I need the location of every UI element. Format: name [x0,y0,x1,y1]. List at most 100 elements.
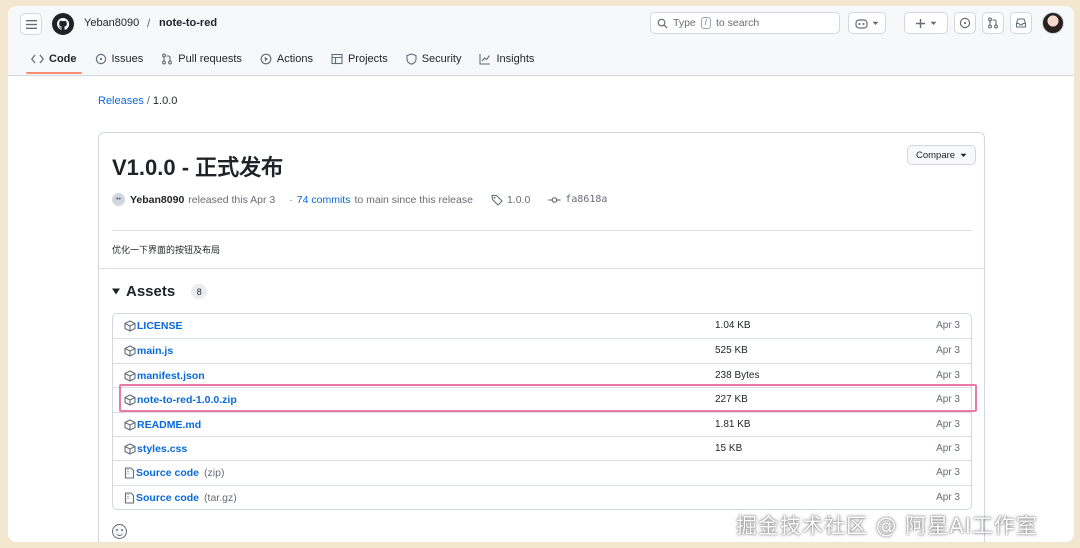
asset-date: Apr 3 [936,345,960,357]
asset-row[interactable]: LICENSE 1.04 KB Apr 3 [113,314,971,338]
inbox-icon [1015,18,1027,28]
add-reaction-icon[interactable] [112,524,127,539]
asset-link[interactable]: LICENSE [124,320,183,332]
file-zip-icon [124,467,135,479]
issue-icon [95,53,106,65]
plus-icon [916,18,925,28]
create-new-button[interactable] [904,12,948,34]
tab-code[interactable]: Code [22,50,86,74]
shield-icon [406,53,417,65]
asset-link[interactable]: manifest.json [124,370,205,382]
breadcrumb: Releases/1.0.0 [98,95,177,107]
code-icon [31,54,44,64]
asset-suffix: (zip) [204,467,225,480]
package-icon [124,418,136,431]
commits-suffix: to main since this release [354,193,473,206]
tab-pull-requests[interactable]: Pull requests [152,50,251,68]
asset-link[interactable]: README.md [124,419,201,431]
package-icon [124,443,136,455]
asset-row[interactable]: README.md 1.81 KB Apr 3 [113,411,971,436]
watermark-text: 掘金技术社区 @ 阿星AI工作室 [736,514,1038,538]
package-icon [124,345,136,358]
asset-link[interactable]: Source code (tar.gz) [124,492,237,504]
commit-ref[interactable]: fa8618a [548,194,607,205]
tag-ref[interactable]: 1.0.0 [491,194,530,206]
tab-actions[interactable]: Actions [251,50,322,68]
commits-link[interactable]: 74 commits [297,194,351,206]
asset-link[interactable]: main.js [124,345,173,357]
assets-toggle[interactable]: Assets 8 [112,283,208,300]
asset-name: manifest.json [137,369,205,382]
copilot-button[interactable] [848,12,886,34]
asset-date: Apr 3 [936,369,960,381]
github-logo-icon[interactable] [52,13,74,35]
release-title: V1.0.0 - 正式发布 [112,155,284,180]
inbox-button[interactable] [1010,12,1032,34]
asset-date: Apr 3 [936,418,960,430]
author-link[interactable]: Yeban8090 [130,194,184,206]
tab-label: Insights [496,53,535,65]
search-input[interactable]: Type / to search [650,12,840,34]
tab-security[interactable]: Security [397,50,471,68]
tab-label: Security [421,53,462,65]
table-icon [331,53,343,65]
search-icon [657,18,668,29]
pull-requests-shortcut-button[interactable] [982,12,1004,34]
asset-suffix: (tar.gz) [204,491,237,504]
release-notes: 优化一下界面的按钮及布局 [112,246,221,256]
repo-header: Yeban8090 / note-to-red Type / to search [8,6,1074,76]
asset-row[interactable]: main.js 525 KB Apr 3 [113,338,971,362]
asset-size: 238 Bytes [715,369,760,381]
browser-page: Yeban8090 / note-to-red Type / to search [8,6,1074,542]
pull-request-icon [162,53,173,65]
asset-size: 15 KB [715,442,743,454]
asset-size: 525 KB [715,345,748,357]
repo-name-link[interactable]: note-to-red [159,17,217,29]
play-icon [260,53,272,65]
asset-row[interactable]: styles.css 15 KB Apr 3 [113,435,971,460]
tab-insights[interactable]: Insights [470,50,543,68]
tab-projects[interactable]: Projects [322,50,397,68]
tab-issues[interactable]: Issues [86,50,153,68]
breadcrumb-separator: / [147,16,151,30]
breadcrumb-current: 1.0.0 [152,95,178,107]
triangle-down-icon [112,288,120,295]
asset-size: 1.04 KB [715,320,751,331]
user-avatar[interactable] [1042,12,1064,34]
asset-date: Apr 3 [936,491,960,503]
asset-row[interactable]: Source code (zip) Apr 3 [113,460,971,484]
asset-date: Apr 3 [936,320,960,331]
released-text: released this Apr 3 [188,193,276,206]
hamburger-icon [25,19,37,29]
commit-sha: fa8618a [565,194,608,205]
asset-row[interactable]: Source code (tar.gz) Apr 3 [113,484,971,509]
release-meta: •• Yeban8090 released this Apr 3 · 74 co… [112,193,607,206]
assets-title: Assets [126,283,176,300]
meta-dot: · [289,193,293,206]
chevron-down-icon [930,21,937,25]
issues-shortcut-button[interactable] [954,12,976,34]
tab-label: Code [49,53,77,65]
asset-link[interactable]: Source code (zip) [124,467,224,479]
graph-icon [479,54,491,65]
releases-link[interactable]: Releases [98,95,144,107]
repo-owner-link[interactable]: Yeban8090 [84,17,139,29]
assets-count-badge: 8 [191,284,208,299]
tab-label: Pull requests [178,53,242,65]
pull-request-icon [988,17,998,29]
chevron-down-icon [872,21,879,25]
divider [99,268,984,269]
compare-button[interactable]: Compare [907,145,977,165]
release-card: V1.0.0 - 正式发布 Compare •• Yeban8090 relea… [98,132,985,542]
asset-name: Source code [136,467,200,480]
search-shortcut-key: / [700,17,711,29]
tag-icon [491,194,503,206]
asset-link[interactable]: styles.css [124,443,187,455]
asset-name: main.js [137,345,174,358]
compare-label: Compare [916,149,956,161]
author-avatar[interactable]: •• [112,193,125,206]
repo-nav-tabs: Code Issues Pull requests Actions Projec… [22,50,543,74]
package-icon [124,320,136,332]
menu-button[interactable] [20,13,42,35]
tab-label: Projects [347,53,388,65]
